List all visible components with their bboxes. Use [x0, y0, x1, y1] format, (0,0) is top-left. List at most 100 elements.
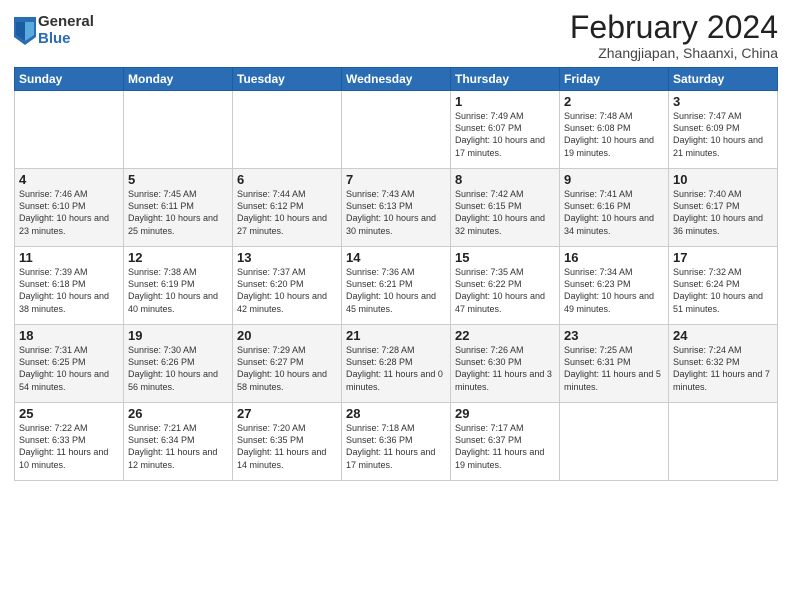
day-number-13: 13 — [237, 250, 337, 265]
day-info-12: Sunrise: 7:38 AM Sunset: 6:19 PM Dayligh… — [128, 266, 228, 315]
title-block: February 2024 Zhangjiapan, Shaanxi, Chin… — [570, 10, 778, 61]
header: General Blue February 2024 Zhangjiapan, … — [14, 10, 778, 61]
cell-w4-d5: 22Sunrise: 7:26 AM Sunset: 6:30 PM Dayli… — [451, 325, 560, 403]
logo-general: General — [38, 14, 94, 31]
day-info-15: Sunrise: 7:35 AM Sunset: 6:22 PM Dayligh… — [455, 266, 555, 315]
day-info-27: Sunrise: 7:20 AM Sunset: 6:35 PM Dayligh… — [237, 422, 337, 471]
day-number-12: 12 — [128, 250, 228, 265]
day-number-23: 23 — [564, 328, 664, 343]
day-header-row: Sunday Monday Tuesday Wednesday Thursday… — [15, 68, 778, 91]
cell-w3-d2: 12Sunrise: 7:38 AM Sunset: 6:19 PM Dayli… — [124, 247, 233, 325]
calendar-page: General Blue February 2024 Zhangjiapan, … — [0, 0, 792, 612]
day-number-24: 24 — [673, 328, 773, 343]
week-row-2: 4Sunrise: 7:46 AM Sunset: 6:10 PM Daylig… — [15, 169, 778, 247]
day-info-6: Sunrise: 7:44 AM Sunset: 6:12 PM Dayligh… — [237, 188, 337, 237]
week-row-3: 11Sunrise: 7:39 AM Sunset: 6:18 PM Dayli… — [15, 247, 778, 325]
cell-w4-d6: 23Sunrise: 7:25 AM Sunset: 6:31 PM Dayli… — [560, 325, 669, 403]
day-info-25: Sunrise: 7:22 AM Sunset: 6:33 PM Dayligh… — [19, 422, 119, 471]
cell-w3-d6: 16Sunrise: 7:34 AM Sunset: 6:23 PM Dayli… — [560, 247, 669, 325]
header-sunday: Sunday — [15, 68, 124, 91]
cell-w5-d4: 28Sunrise: 7:18 AM Sunset: 6:36 PM Dayli… — [342, 403, 451, 481]
week-row-4: 18Sunrise: 7:31 AM Sunset: 6:25 PM Dayli… — [15, 325, 778, 403]
day-number-10: 10 — [673, 172, 773, 187]
header-monday: Monday — [124, 68, 233, 91]
day-info-20: Sunrise: 7:29 AM Sunset: 6:27 PM Dayligh… — [237, 344, 337, 393]
day-info-18: Sunrise: 7:31 AM Sunset: 6:25 PM Dayligh… — [19, 344, 119, 393]
day-number-2: 2 — [564, 94, 664, 109]
calendar-body: 1Sunrise: 7:49 AM Sunset: 6:07 PM Daylig… — [15, 91, 778, 481]
day-info-2: Sunrise: 7:48 AM Sunset: 6:08 PM Dayligh… — [564, 110, 664, 159]
header-saturday: Saturday — [669, 68, 778, 91]
day-number-14: 14 — [346, 250, 446, 265]
day-number-28: 28 — [346, 406, 446, 421]
day-info-7: Sunrise: 7:43 AM Sunset: 6:13 PM Dayligh… — [346, 188, 446, 237]
day-number-29: 29 — [455, 406, 555, 421]
cell-w3-d1: 11Sunrise: 7:39 AM Sunset: 6:18 PM Dayli… — [15, 247, 124, 325]
day-info-16: Sunrise: 7:34 AM Sunset: 6:23 PM Dayligh… — [564, 266, 664, 315]
day-number-6: 6 — [237, 172, 337, 187]
day-info-9: Sunrise: 7:41 AM Sunset: 6:16 PM Dayligh… — [564, 188, 664, 237]
cell-w1-d1 — [15, 91, 124, 169]
cell-w2-d5: 8Sunrise: 7:42 AM Sunset: 6:15 PM Daylig… — [451, 169, 560, 247]
cell-w4-d2: 19Sunrise: 7:30 AM Sunset: 6:26 PM Dayli… — [124, 325, 233, 403]
day-info-8: Sunrise: 7:42 AM Sunset: 6:15 PM Dayligh… — [455, 188, 555, 237]
week-row-1: 1Sunrise: 7:49 AM Sunset: 6:07 PM Daylig… — [15, 91, 778, 169]
header-wednesday: Wednesday — [342, 68, 451, 91]
cell-w4-d3: 20Sunrise: 7:29 AM Sunset: 6:27 PM Dayli… — [233, 325, 342, 403]
day-number-15: 15 — [455, 250, 555, 265]
cell-w3-d7: 17Sunrise: 7:32 AM Sunset: 6:24 PM Dayli… — [669, 247, 778, 325]
cell-w5-d6 — [560, 403, 669, 481]
cell-w2-d2: 5Sunrise: 7:45 AM Sunset: 6:11 PM Daylig… — [124, 169, 233, 247]
day-number-5: 5 — [128, 172, 228, 187]
day-number-1: 1 — [455, 94, 555, 109]
day-info-5: Sunrise: 7:45 AM Sunset: 6:11 PM Dayligh… — [128, 188, 228, 237]
cell-w3-d4: 14Sunrise: 7:36 AM Sunset: 6:21 PM Dayli… — [342, 247, 451, 325]
day-number-25: 25 — [19, 406, 119, 421]
day-info-4: Sunrise: 7:46 AM Sunset: 6:10 PM Dayligh… — [19, 188, 119, 237]
header-thursday: Thursday — [451, 68, 560, 91]
day-info-23: Sunrise: 7:25 AM Sunset: 6:31 PM Dayligh… — [564, 344, 664, 393]
cell-w5-d5: 29Sunrise: 7:17 AM Sunset: 6:37 PM Dayli… — [451, 403, 560, 481]
day-number-4: 4 — [19, 172, 119, 187]
cell-w5-d1: 25Sunrise: 7:22 AM Sunset: 6:33 PM Dayli… — [15, 403, 124, 481]
calendar-title: February 2024 — [570, 10, 778, 45]
day-number-7: 7 — [346, 172, 446, 187]
logo-text: General Blue — [38, 14, 94, 47]
logo-icon — [14, 17, 36, 45]
day-number-17: 17 — [673, 250, 773, 265]
cell-w2-d1: 4Sunrise: 7:46 AM Sunset: 6:10 PM Daylig… — [15, 169, 124, 247]
day-info-29: Sunrise: 7:17 AM Sunset: 6:37 PM Dayligh… — [455, 422, 555, 471]
day-number-18: 18 — [19, 328, 119, 343]
day-number-9: 9 — [564, 172, 664, 187]
day-info-24: Sunrise: 7:24 AM Sunset: 6:32 PM Dayligh… — [673, 344, 773, 393]
calendar-subtitle: Zhangjiapan, Shaanxi, China — [570, 45, 778, 61]
day-number-8: 8 — [455, 172, 555, 187]
day-number-19: 19 — [128, 328, 228, 343]
header-friday: Friday — [560, 68, 669, 91]
day-info-28: Sunrise: 7:18 AM Sunset: 6:36 PM Dayligh… — [346, 422, 446, 471]
day-number-27: 27 — [237, 406, 337, 421]
cell-w4-d7: 24Sunrise: 7:24 AM Sunset: 6:32 PM Dayli… — [669, 325, 778, 403]
logo: General Blue — [14, 14, 94, 47]
cell-w5-d2: 26Sunrise: 7:21 AM Sunset: 6:34 PM Dayli… — [124, 403, 233, 481]
day-info-1: Sunrise: 7:49 AM Sunset: 6:07 PM Dayligh… — [455, 110, 555, 159]
day-info-3: Sunrise: 7:47 AM Sunset: 6:09 PM Dayligh… — [673, 110, 773, 159]
day-number-20: 20 — [237, 328, 337, 343]
day-info-22: Sunrise: 7:26 AM Sunset: 6:30 PM Dayligh… — [455, 344, 555, 393]
cell-w2-d3: 6Sunrise: 7:44 AM Sunset: 6:12 PM Daylig… — [233, 169, 342, 247]
week-row-5: 25Sunrise: 7:22 AM Sunset: 6:33 PM Dayli… — [15, 403, 778, 481]
day-number-22: 22 — [455, 328, 555, 343]
day-number-3: 3 — [673, 94, 773, 109]
cell-w2-d4: 7Sunrise: 7:43 AM Sunset: 6:13 PM Daylig… — [342, 169, 451, 247]
cell-w4-d1: 18Sunrise: 7:31 AM Sunset: 6:25 PM Dayli… — [15, 325, 124, 403]
day-info-14: Sunrise: 7:36 AM Sunset: 6:21 PM Dayligh… — [346, 266, 446, 315]
day-info-21: Sunrise: 7:28 AM Sunset: 6:28 PM Dayligh… — [346, 344, 446, 393]
cell-w2-d6: 9Sunrise: 7:41 AM Sunset: 6:16 PM Daylig… — [560, 169, 669, 247]
calendar-table: Sunday Monday Tuesday Wednesday Thursday… — [14, 67, 778, 481]
cell-w3-d5: 15Sunrise: 7:35 AM Sunset: 6:22 PM Dayli… — [451, 247, 560, 325]
header-tuesday: Tuesday — [233, 68, 342, 91]
cell-w1-d5: 1Sunrise: 7:49 AM Sunset: 6:07 PM Daylig… — [451, 91, 560, 169]
cell-w1-d2 — [124, 91, 233, 169]
day-info-11: Sunrise: 7:39 AM Sunset: 6:18 PM Dayligh… — [19, 266, 119, 315]
day-number-21: 21 — [346, 328, 446, 343]
